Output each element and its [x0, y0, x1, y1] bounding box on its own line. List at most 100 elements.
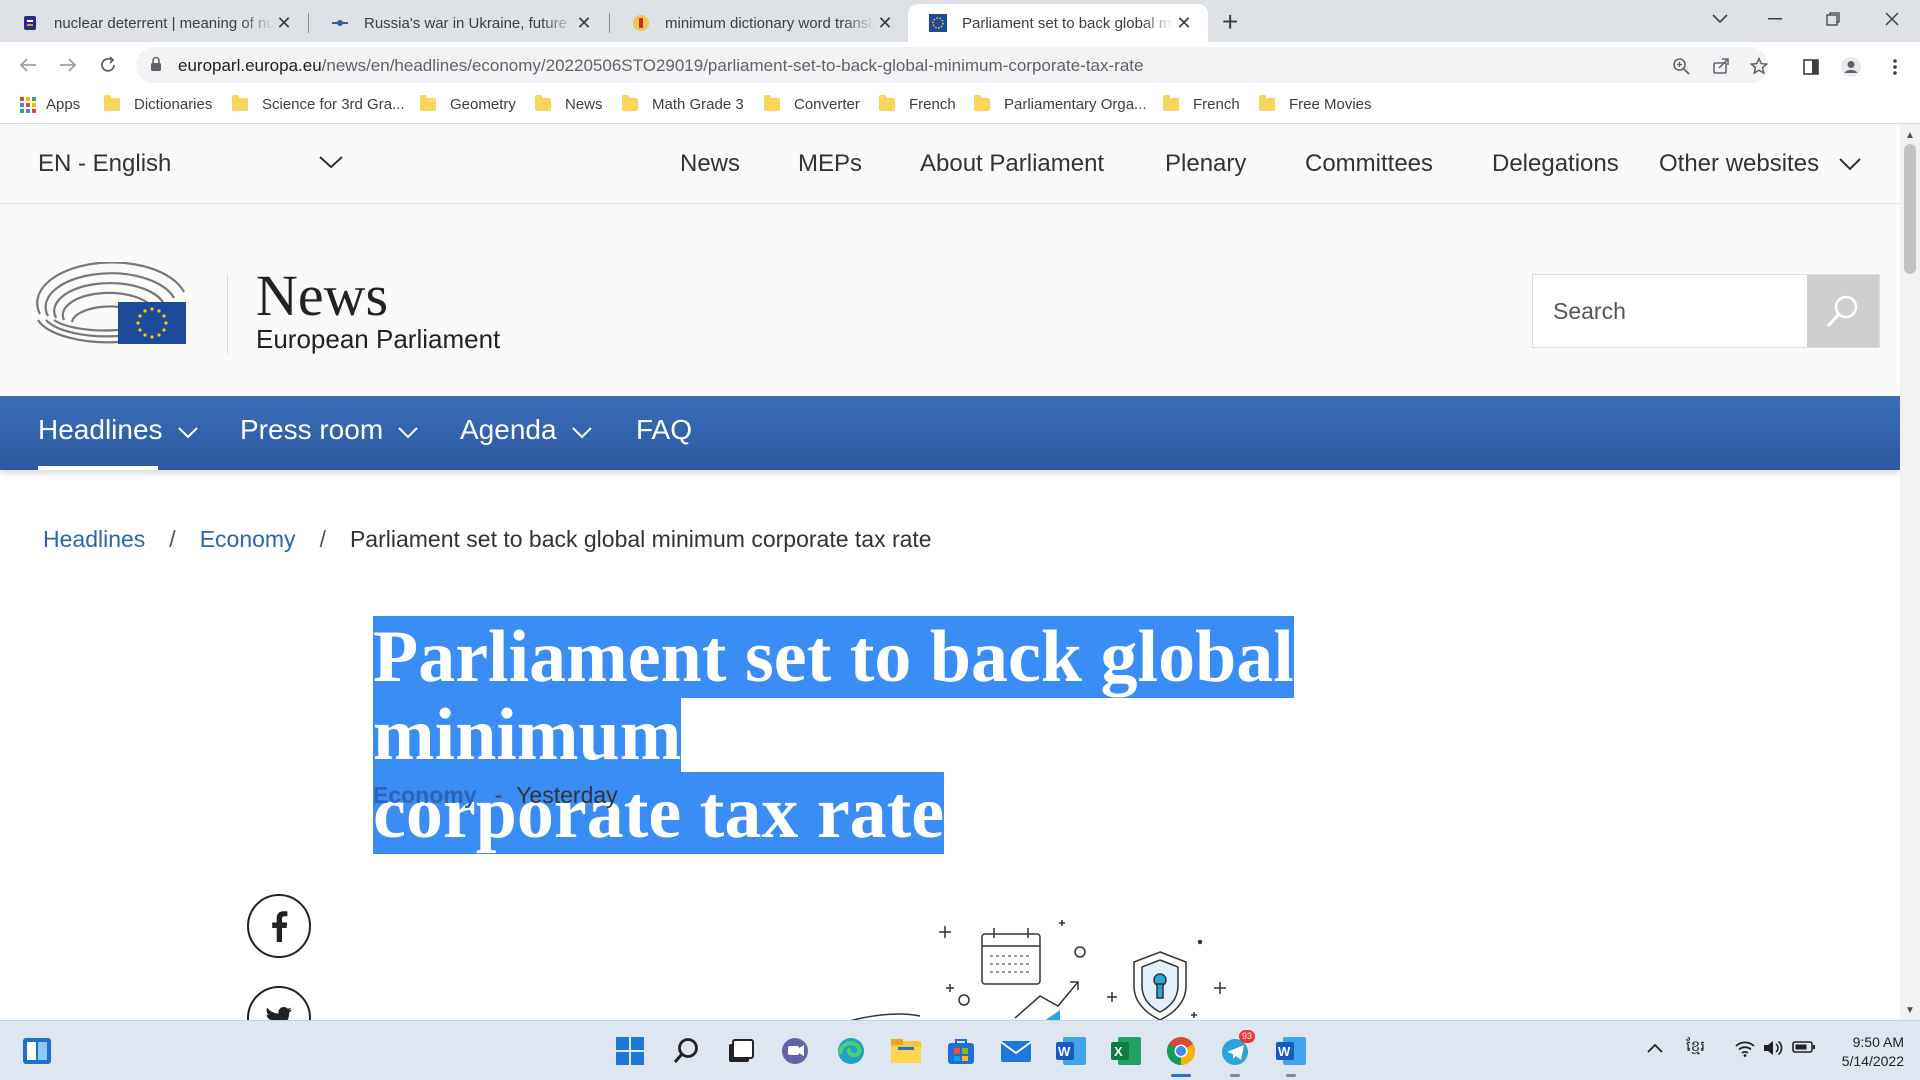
share-icon[interactable] [1710, 55, 1732, 77]
european-parliament-logo[interactable] [34, 261, 188, 349]
scroll-up-icon[interactable]: ▲ [1900, 130, 1920, 141]
more-menu-icon[interactable] [1884, 56, 1906, 78]
bookmark-folder[interactable]: French [1163, 95, 1240, 113]
mail-icon[interactable] [999, 1034, 1033, 1068]
topnav-about-parliament[interactable]: About Parliament [920, 150, 1104, 178]
bookmark-folder[interactable]: Parliamentary Orga... [974, 95, 1147, 113]
eu-parliament-favicon-icon [928, 13, 948, 33]
search-input[interactable] [1533, 275, 1807, 347]
tab-russia-war[interactable]: Russia's war in Ukraine, future defence … [310, 4, 608, 42]
back-icon[interactable] [12, 49, 44, 81]
topnav-meps[interactable]: MEPs [798, 150, 862, 178]
search-button[interactable] [1807, 275, 1879, 347]
topnav-news[interactable]: News [680, 150, 740, 178]
tab-nuclear-deterrent[interactable]: nuclear deterrent | meaning of nuclear d… [0, 4, 308, 42]
battery-icon[interactable] [1792, 1039, 1816, 1059]
tab-search-chevron-icon[interactable] [1690, 0, 1750, 38]
url-text: europarl.europa.eu/news/en/headlines/eco… [178, 56, 1143, 76]
mainnav-headlines[interactable]: Headlines [38, 414, 199, 446]
microsoft-store-icon[interactable] [944, 1034, 978, 1068]
widgets-icon[interactable] [20, 1034, 54, 1068]
word-icon[interactable]: W [1054, 1034, 1088, 1068]
breadcrumb-headlines[interactable]: Headlines [43, 526, 145, 552]
scroll-down-icon[interactable]: ▼ [1900, 1005, 1920, 1016]
start-icon[interactable] [613, 1034, 647, 1068]
bookmark-label: Parliamentary Orga... [1004, 96, 1147, 113]
tab-separator [609, 13, 610, 33]
volume-icon[interactable] [1762, 1039, 1784, 1062]
breadcrumb-separator: / [169, 526, 176, 552]
bookmark-folder[interactable]: French [879, 95, 956, 113]
tab-parliament-active[interactable]: Parliament set to back global minimum co… [908, 4, 1208, 42]
close-tab-icon[interactable]: ✕ [574, 13, 594, 34]
breadcrumb: Headlines / Economy / Parliament set to back… [43, 526, 932, 553]
tab-title: minimum dictionary word translation [665, 14, 875, 32]
language-selector[interactable]: EN - English [38, 150, 171, 178]
word-document-icon[interactable]: W [1274, 1034, 1308, 1068]
teams-chat-icon[interactable] [778, 1034, 812, 1068]
bookmark-folder[interactable]: News [535, 95, 603, 113]
restore-icon[interactable] [1803, 0, 1863, 38]
mainnav-faq[interactable]: FAQ [636, 414, 692, 446]
forward-icon[interactable] [52, 49, 84, 81]
breadcrumb-economy[interactable]: Economy [200, 526, 296, 552]
clock-date: 5/14/2022 [1841, 1053, 1904, 1069]
wifi-icon[interactable] [1734, 1039, 1756, 1062]
excel-icon[interactable]: X [1109, 1034, 1143, 1068]
close-tab-icon[interactable]: ✕ [875, 13, 895, 34]
bookmark-label: French [1193, 96, 1240, 113]
bookmark-folder[interactable]: Science for 3rd Gra... [232, 95, 405, 113]
bookmark-folder[interactable]: Converter [764, 95, 860, 113]
reload-icon[interactable] [92, 49, 124, 81]
topnav-delegations[interactable]: Delegations [1492, 150, 1619, 178]
article-category-link[interactable]: Economy [373, 782, 477, 808]
system-clock[interactable]: 9:50 AM 5/14/2022 [1836, 1033, 1904, 1071]
lock-icon[interactable] [150, 56, 162, 77]
side-panel-icon[interactable] [1800, 56, 1822, 78]
minimize-icon[interactable] [1745, 0, 1805, 38]
scrollbar-thumb[interactable] [1904, 144, 1916, 274]
input-language-indicator[interactable]: ខ្មែរ [1686, 1037, 1705, 1059]
bookmark-folder[interactable]: Geometry [420, 95, 516, 113]
mainnav-press-room[interactable]: Press room [240, 414, 419, 446]
bookmark-star-icon[interactable] [1748, 55, 1770, 77]
close-tab-icon[interactable]: ✕ [274, 13, 294, 34]
topnav-plenary[interactable]: Plenary [1165, 150, 1246, 178]
close-tab-icon[interactable]: ✕ [1174, 13, 1194, 34]
article-meta: Economy - Yesterday [373, 782, 618, 809]
web-page: EN - English News MEPs About Parliament … [0, 124, 1900, 1020]
file-explorer-icon[interactable] [889, 1034, 923, 1068]
task-view-icon[interactable] [723, 1034, 757, 1068]
facebook-share-button[interactable] [247, 894, 311, 958]
new-tab-icon[interactable]: + [1222, 6, 1238, 38]
chevron-down-icon[interactable] [1838, 156, 1862, 177]
topnav-other-websites[interactable]: Other websites [1659, 150, 1819, 178]
bookmark-label: Free Movies [1289, 96, 1372, 113]
bookmark-folder[interactable]: Math Grade 3 [622, 95, 744, 113]
bookmark-apps[interactable]: Apps [20, 96, 80, 113]
page-scrollbar[interactable]: ▲ ▼ [1900, 124, 1920, 1020]
search-icon[interactable] [669, 1034, 703, 1068]
chevron-down-icon[interactable] [318, 154, 344, 175]
browser-tabstrip: nuclear deterrent | meaning of nuclear d… [0, 0, 1920, 42]
clock-time: 9:50 AM [1852, 1034, 1904, 1050]
show-hidden-icons-chevron-up-icon[interactable] [1646, 1039, 1664, 1059]
header-title[interactable]: News [256, 262, 388, 329]
tab-minimum-dictionary[interactable]: minimum dictionary word translation ✕ [611, 4, 909, 42]
telegram-icon[interactable]: 93 [1219, 1030, 1256, 1068]
article-title[interactable]: Parliament set to back global minimum co… [373, 616, 1523, 854]
bookmark-folder[interactable]: Dictionaries [104, 95, 212, 113]
zoom-icon[interactable] [1670, 55, 1692, 77]
address-bar[interactable]: europarl.europa.eu/news/en/headlines/eco… [136, 47, 1768, 83]
topnav-committees[interactable]: Committees [1305, 150, 1433, 178]
svg-text:W: W [1278, 1044, 1291, 1059]
close-window-icon[interactable] [1862, 0, 1920, 38]
header-subtitle: European Parliament [256, 324, 501, 354]
edge-icon[interactable] [834, 1034, 868, 1068]
mainnav-agenda[interactable]: Agenda [460, 414, 593, 446]
bookmark-folder[interactable]: Free Movies [1259, 95, 1372, 113]
chrome-icon[interactable] [1164, 1034, 1198, 1068]
profile-avatar-icon[interactable] [1840, 56, 1862, 78]
mainnav-label: FAQ [636, 414, 693, 445]
folder-icon [232, 95, 248, 111]
